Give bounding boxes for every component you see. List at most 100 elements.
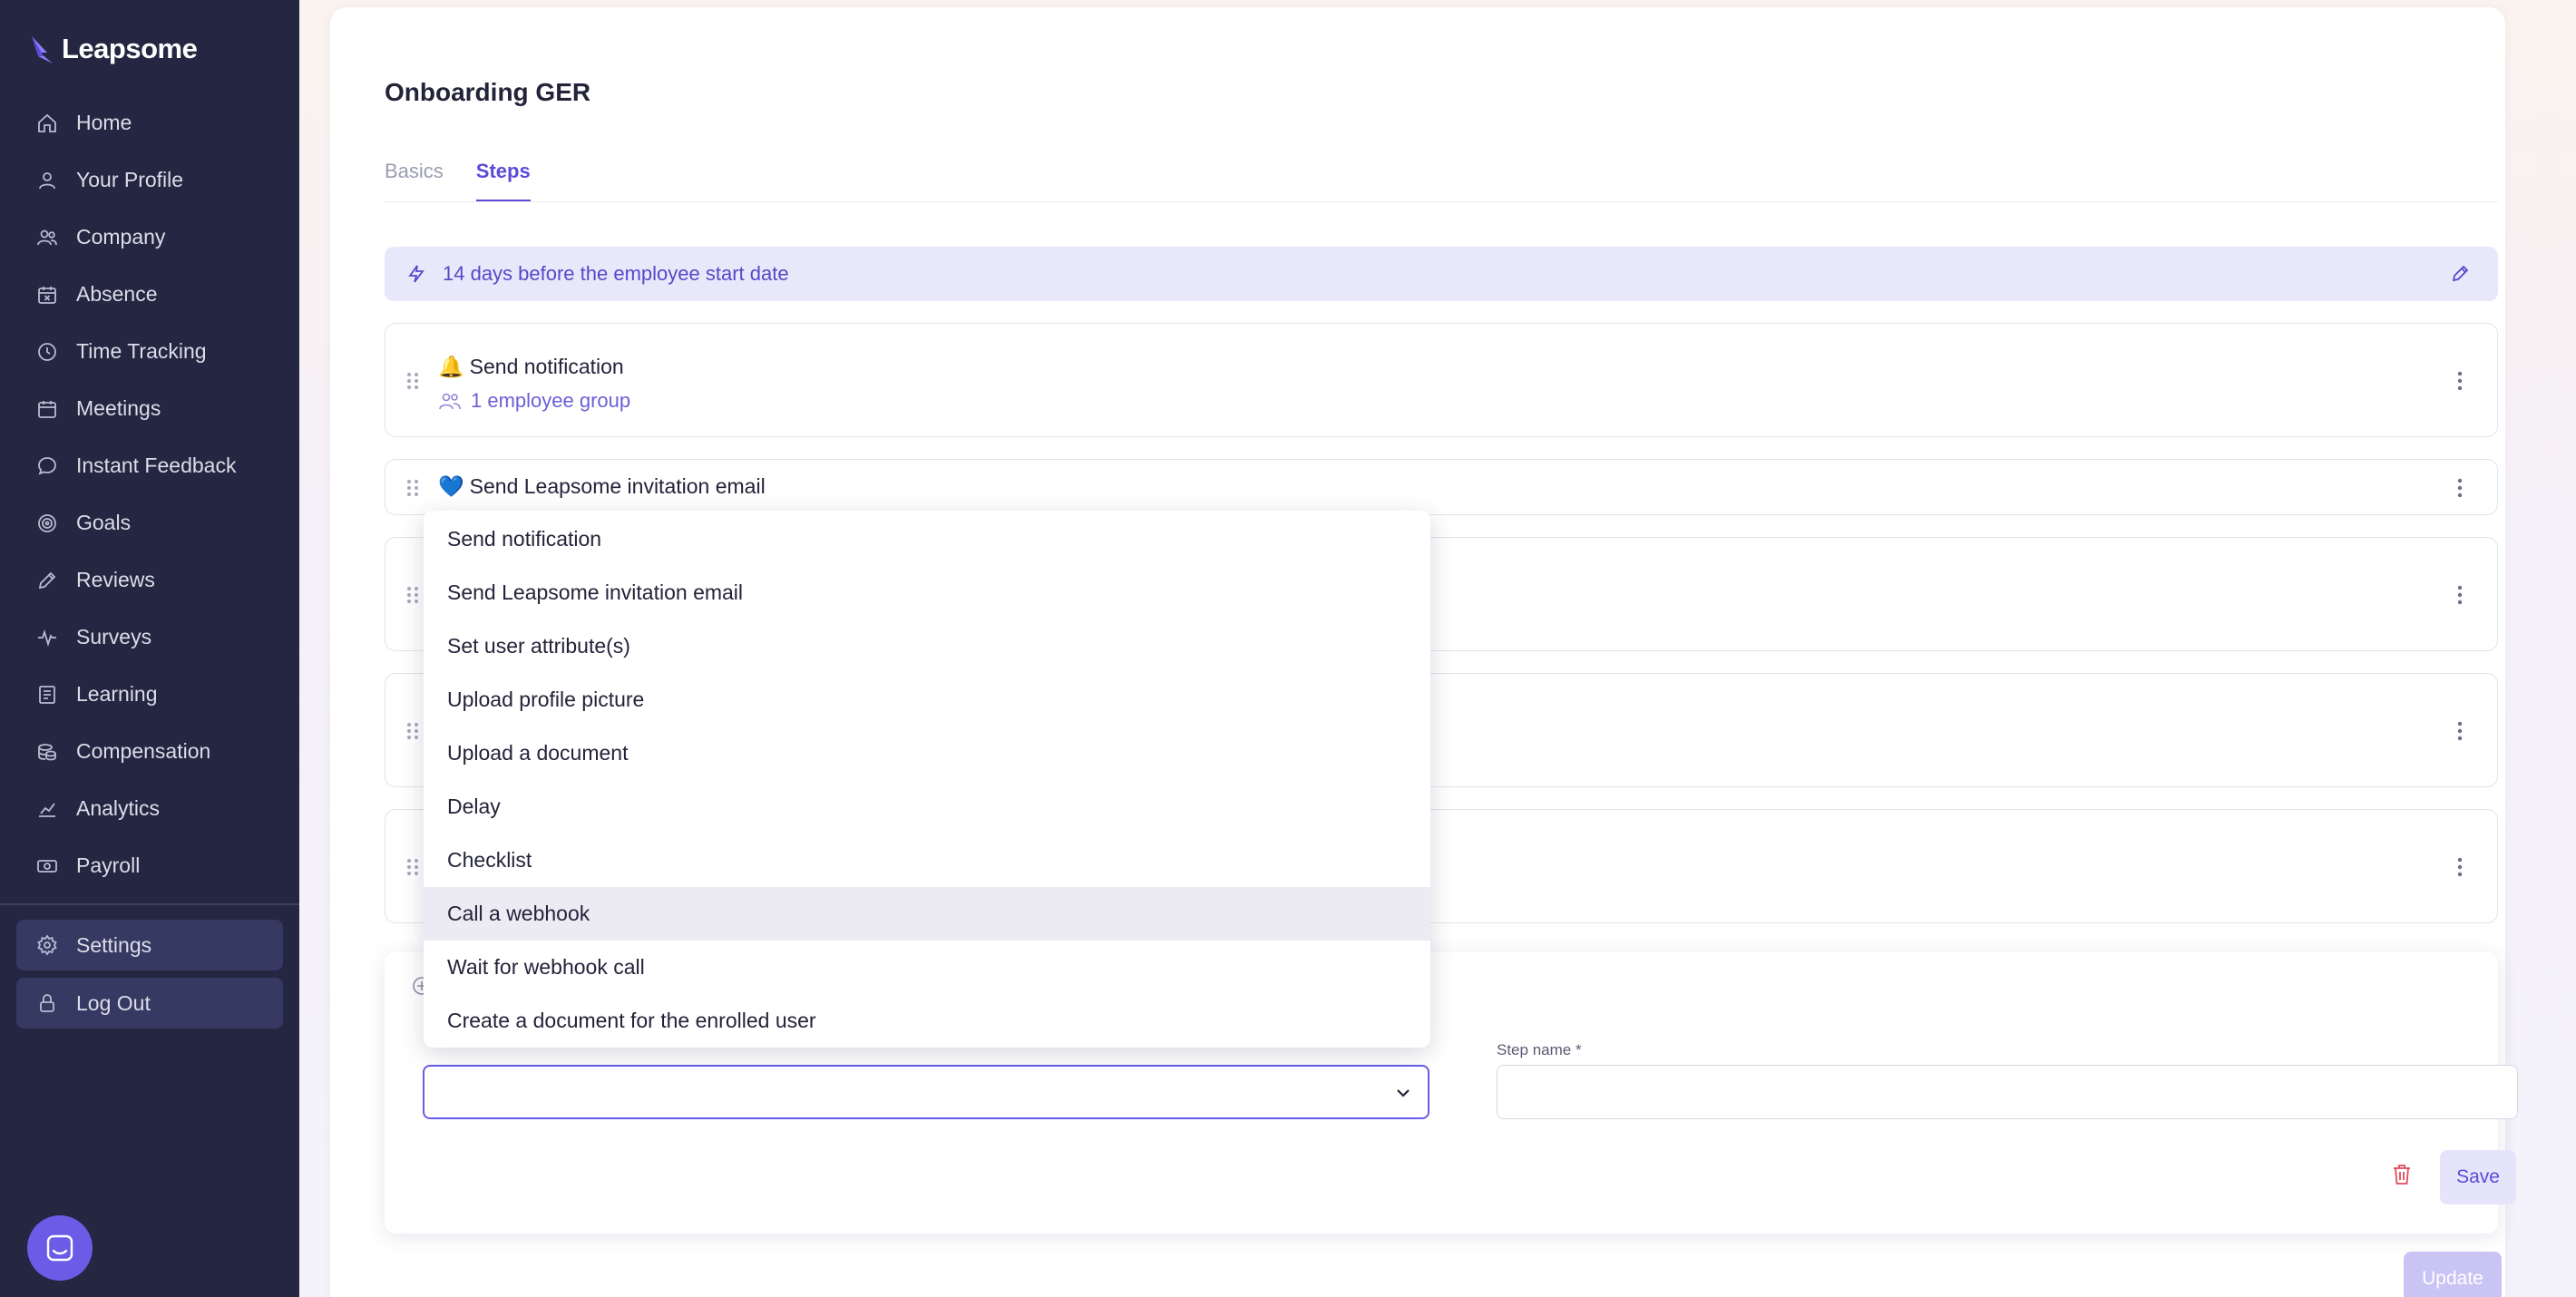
more-options-icon[interactable] — [2457, 371, 2463, 391]
step-title: 💙 Send Leapsome invitation email — [438, 474, 766, 499]
users-icon — [37, 229, 57, 245]
page-title: Onboarding GER — [385, 78, 591, 106]
step-card[interactable]: 💙 Send Leapsome invitation email — [385, 459, 2498, 515]
pencil-icon — [38, 571, 56, 589]
more-options-icon[interactable] — [2457, 721, 2463, 741]
sidebar: Leapsome Home Your Profile Company Absen… — [0, 0, 299, 1297]
dropdown-option-checklist[interactable]: Checklist — [424, 834, 1430, 887]
sidebar-divider — [0, 903, 299, 905]
logo-text: Leapsome — [62, 33, 198, 64]
step-name-input[interactable] — [1497, 1065, 2518, 1119]
tabs: Basics Steps — [385, 160, 531, 202]
dropdown-option-create-document[interactable]: Create a document for the enrolled user — [424, 994, 1430, 1048]
dropdown-option-upload-document[interactable]: Upload a document — [424, 727, 1430, 780]
bell-emoji-icon: 🔔 — [438, 355, 464, 378]
sidebar-item-company[interactable]: Company — [16, 209, 283, 266]
edit-trigger-icon[interactable] — [2451, 263, 2471, 283]
step-name-label: Step name * — [1497, 1041, 1582, 1058]
gear-icon — [37, 934, 57, 956]
sidebar-item-log-out[interactable]: Log Out — [16, 978, 283, 1029]
target-icon — [38, 513, 56, 532]
chat-launcher-button[interactable] — [27, 1215, 93, 1281]
dropdown-option-send-notification[interactable]: Send notification — [424, 512, 1430, 566]
drag-handle-icon[interactable] — [405, 371, 420, 391]
sidebar-item-label: Company — [76, 225, 166, 249]
dropdown-option-upload-profile-picture[interactable]: Upload profile picture — [424, 673, 1430, 727]
more-options-icon[interactable] — [2457, 585, 2463, 605]
home-icon — [38, 113, 56, 132]
step-title-text: Send Leapsome invitation email — [469, 474, 766, 498]
sidebar-item-surveys[interactable]: Surveys — [16, 609, 283, 666]
dropdown-option-wait-for-webhook[interactable]: Wait for webhook call — [424, 941, 1430, 994]
sidebar-item-settings[interactable]: Settings — [16, 920, 283, 970]
step-subtitle-text: 1 employee group — [471, 389, 631, 412]
sidebar-bottom-nav: Settings Log Out — [16, 920, 283, 1036]
book-icon — [39, 685, 55, 704]
lightning-icon — [408, 265, 424, 283]
sidebar-item-goals[interactable]: Goals — [16, 494, 283, 551]
drag-handle-icon[interactable] — [405, 721, 420, 741]
sidebar-item-absence[interactable]: Absence — [16, 266, 283, 323]
step-subtitle: 1 employee group — [438, 389, 630, 413]
sidebar-item-label: Meetings — [76, 396, 161, 420]
step-card[interactable]: 🔔 Send notification 1 employee group — [385, 323, 2498, 437]
step-title-text: Send notification — [469, 355, 624, 378]
save-button[interactable]: Save — [2440, 1150, 2516, 1204]
sidebar-item-label: Analytics — [76, 796, 161, 820]
step-type-select[interactable] — [423, 1065, 1429, 1119]
dropdown-option-send-invitation-email[interactable]: Send Leapsome invitation email — [424, 566, 1430, 619]
sidebar-item-label: Compensation — [76, 739, 211, 763]
calendar-x-icon — [38, 286, 56, 304]
tab-basics[interactable]: Basics — [385, 160, 444, 202]
sidebar-item-learning[interactable]: Learning — [16, 666, 283, 723]
sidebar-item-meetings[interactable]: Meetings — [16, 380, 283, 437]
chat-launcher-icon — [46, 1234, 73, 1262]
pulse-icon — [38, 629, 56, 647]
user-icon — [39, 171, 55, 189]
tabs-divider — [385, 201, 2498, 202]
sidebar-item-label: Log Out — [76, 990, 151, 1015]
step-title: 🔔 Send notification — [438, 355, 624, 379]
lock-icon — [40, 994, 54, 1012]
trash-icon[interactable] — [2391, 1163, 2413, 1186]
drag-handle-icon[interactable] — [405, 585, 420, 605]
sidebar-item-label: Payroll — [76, 853, 141, 877]
sidebar-item-reviews[interactable]: Reviews — [16, 551, 283, 609]
sidebar-item-label: Settings — [76, 932, 152, 957]
tab-steps[interactable]: Steps — [475, 160, 531, 202]
dropdown-option-delay[interactable]: Delay — [424, 780, 1430, 834]
update-button[interactable]: Update — [2404, 1252, 2502, 1297]
blue-heart-emoji-icon: 💙 — [438, 474, 464, 498]
more-options-icon[interactable] — [2457, 857, 2463, 877]
drag-handle-icon[interactable] — [405, 857, 420, 877]
sidebar-item-your-profile[interactable]: Your Profile — [16, 151, 283, 209]
sidebar-item-payroll[interactable]: Payroll — [16, 837, 283, 894]
sidebar-item-label: Learning — [76, 682, 158, 706]
chat-icon — [38, 456, 56, 474]
users-group-icon — [439, 393, 461, 410]
sidebar-item-home[interactable]: Home — [16, 94, 283, 151]
sidebar-item-instant-feedback[interactable]: Instant Feedback — [16, 437, 283, 494]
clock-icon — [38, 342, 56, 361]
sidebar-item-time-tracking[interactable]: Time Tracking — [16, 323, 283, 380]
sidebar-item-compensation[interactable]: Compensation — [16, 723, 283, 780]
trigger-banner: 14 days before the employee start date — [385, 247, 2498, 301]
dropdown-option-call-webhook[interactable]: Call a webhook — [424, 887, 1430, 941]
sidebar-item-label: Your Profile — [76, 168, 184, 191]
drag-handle-icon[interactable] — [405, 478, 420, 498]
sidebar-item-label: Home — [76, 111, 132, 134]
sidebar-item-label: Reviews — [76, 568, 155, 591]
chart-icon — [39, 802, 55, 817]
sidebar-item-analytics[interactable]: Analytics — [16, 780, 283, 837]
sidebar-item-label: Time Tracking — [76, 339, 207, 363]
coins-icon — [38, 743, 56, 760]
chevron-down-icon — [1397, 1089, 1410, 1097]
more-options-icon[interactable] — [2457, 478, 2463, 498]
step-type-dropdown: Send notification Send Leapsome invitati… — [424, 511, 1430, 1048]
dropdown-option-set-user-attributes[interactable]: Set user attribute(s) — [424, 619, 1430, 673]
leapsome-logo-icon — [32, 36, 53, 63]
sidebar-item-label: Absence — [76, 282, 158, 306]
sidebar-item-label: Goals — [76, 511, 132, 534]
leapsome-logo[interactable]: Leapsome — [29, 31, 198, 67]
calendar-icon — [38, 400, 56, 418]
